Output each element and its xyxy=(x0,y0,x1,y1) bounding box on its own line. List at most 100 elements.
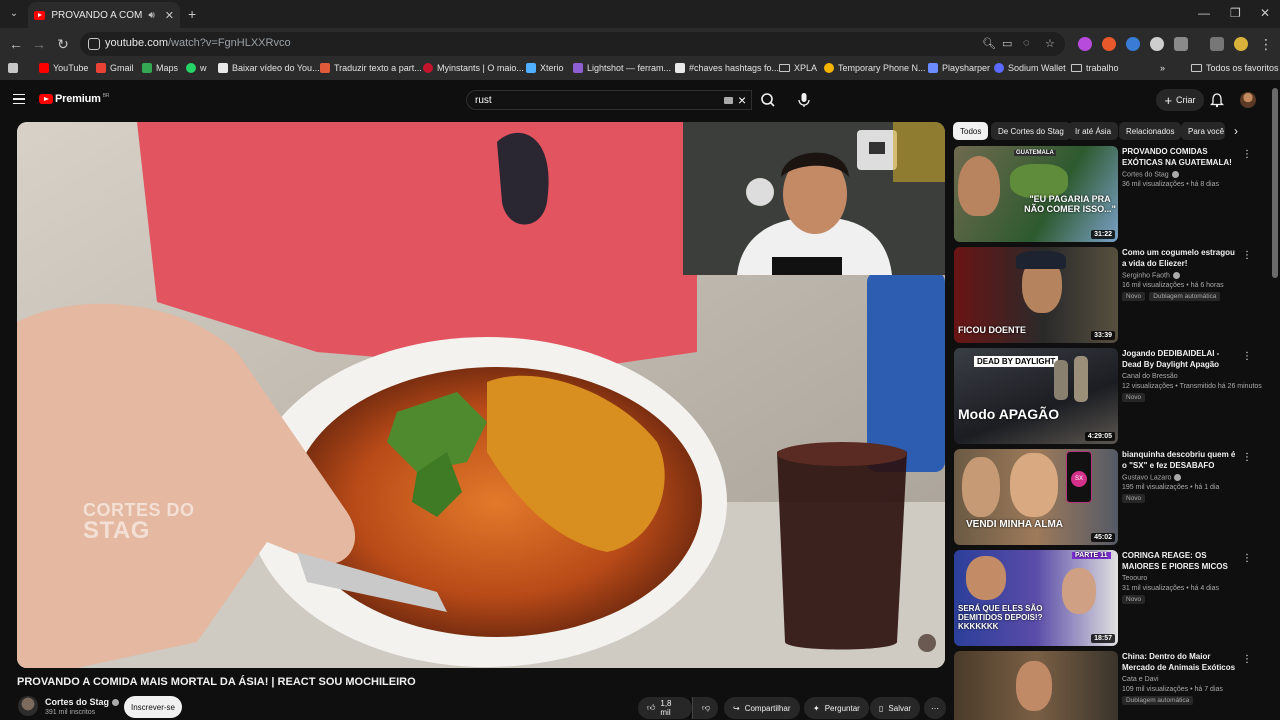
video-title[interactable]: PROVANDO COMIDAS EXÓTICAS NA GUATEMALA! … xyxy=(1122,146,1238,168)
chip-para-voce[interactable]: Para você xyxy=(1181,122,1225,140)
video-thumbnail[interactable]: PARTE 11 SERÁ QUE ELES SÃO DEMITIDOS DEP… xyxy=(954,550,1118,646)
bookmark-myinstants[interactable]: Myinstants | O maio... xyxy=(423,63,524,73)
search-button[interactable] xyxy=(752,90,786,110)
channel-avatar[interactable] xyxy=(18,696,38,716)
back-icon[interactable]: ← xyxy=(8,36,24,52)
forward-icon[interactable]: → xyxy=(31,36,47,52)
extension-icon[interactable] xyxy=(1102,37,1116,51)
bookmark-gmail[interactable]: Gmail xyxy=(96,63,134,73)
browser-tab-active[interactable]: PROVANDO A COMIDA MAIS MORTAL DA ÁSIA! |… xyxy=(28,2,180,28)
tab-search-chevron-icon[interactable]: ⌄ xyxy=(6,6,22,22)
bookmark-baixar-video[interactable]: Baixar vídeo do You... xyxy=(218,63,320,73)
recommendation-item[interactable]: SX VENDI MINHA ALMA 45:02 bianquinha des… xyxy=(954,449,1254,545)
bookmark-playsharper[interactable]: Playsharper xyxy=(928,63,990,73)
more-vertical-icon[interactable]: ⋮ xyxy=(1242,655,1252,665)
dislike-button[interactable]: 👎︎ xyxy=(692,697,718,719)
search-input[interactable]: rust × xyxy=(466,90,752,110)
apps-grid-icon[interactable] xyxy=(8,63,18,73)
cast-icon[interactable]: ▭ xyxy=(1002,37,1012,50)
video-thumbnail[interactable]: GUATEMALA "EU PAGARIA PRA NÃO COMER ISSO… xyxy=(954,146,1118,242)
chip-todos[interactable]: Todos xyxy=(953,122,989,140)
recommendation-item[interactable]: China: Dentro do Maior Mercado de Animai… xyxy=(954,651,1254,720)
media-controls-icon[interactable] xyxy=(1210,37,1224,51)
bookmark-youtube[interactable]: YouTube xyxy=(39,63,88,73)
channel-name[interactable]: Cata e Davi xyxy=(1122,676,1238,683)
video-thumbnail[interactable]: SX VENDI MINHA ALMA 45:02 xyxy=(954,449,1118,545)
youtube-logo-icon[interactable] xyxy=(39,94,53,104)
bookmark-star-icon[interactable]: ☆ xyxy=(1045,37,1055,50)
video-title[interactable]: bianquinha descobriu quem é o "SX" e fez… xyxy=(1122,449,1238,471)
speaker-icon[interactable]: 🔊︎ xyxy=(148,10,154,21)
video-thumbnail[interactable] xyxy=(954,651,1118,720)
notifications-bell-icon[interactable] xyxy=(1209,92,1225,108)
more-vertical-icon[interactable]: ⋮ xyxy=(1242,150,1252,160)
save-button[interactable]: ▯ Salvar xyxy=(870,697,921,719)
video-player[interactable]: CORTES DO STAG xyxy=(17,122,945,668)
menu-hamburger-icon[interactable] xyxy=(13,94,25,104)
video-title[interactable]: CORINGA REAGE: OS MAIORES E PIORES MICOS… xyxy=(1122,550,1238,572)
channel-name[interactable]: Canal do Bressão xyxy=(1122,373,1238,380)
bookmarks-overflow-icon[interactable]: » xyxy=(1160,63,1165,73)
site-info-icon[interactable] xyxy=(88,38,100,50)
more-vertical-icon[interactable]: ⋮ xyxy=(1242,453,1252,463)
channel-name[interactable]: Cortes do Stag xyxy=(1122,171,1238,178)
bookmark-xterio[interactable]: Xterio xyxy=(526,63,564,73)
video-title[interactable]: Jogando DEDIBAIDELAI - Dead By Daylight … xyxy=(1122,348,1238,370)
channel-name[interactable]: Teoouro xyxy=(1122,575,1238,582)
subscribe-button[interactable]: Inscrever-se xyxy=(124,696,182,718)
channel-name[interactable]: Serginho Faoth xyxy=(1122,272,1238,279)
more-vertical-icon[interactable]: ⋮ xyxy=(1242,352,1252,362)
keyboard-icon[interactable] xyxy=(724,97,733,104)
video-thumbnail[interactable]: FICOU DOENTE 33:39 xyxy=(954,247,1118,343)
video-title[interactable]: Como um cogumelo estragou a vida do Elie… xyxy=(1122,247,1238,269)
clear-search-icon[interactable]: × xyxy=(738,92,746,108)
chrome-menu-icon[interactable]: ⋮ xyxy=(1258,36,1274,52)
download-extension-icon[interactable] xyxy=(1078,37,1092,51)
chip-de-cortes-do-stag[interactable]: De Cortes do Stag xyxy=(991,122,1071,140)
recommendation-item[interactable]: GUATEMALA "EU PAGARIA PRA NÃO COMER ISSO… xyxy=(954,146,1254,242)
profile-icon[interactable] xyxy=(1234,37,1248,51)
bookmark-whatsapp[interactable]: w xyxy=(186,63,207,73)
bookmark-maps[interactable]: Maps xyxy=(142,63,178,73)
channel-name[interactable]: Gustavo Lazaro xyxy=(1122,474,1238,481)
share-button[interactable]: ↪ Compartilhar xyxy=(724,697,800,719)
chip-relacionados[interactable]: Relacionados xyxy=(1119,122,1182,140)
bookmark-sodium-wallet[interactable]: Sodium Wallet xyxy=(994,63,1066,73)
close-tab-icon[interactable]: ✕ xyxy=(165,9,174,22)
bookmark-lightshot[interactable]: Lightshot — ferram... xyxy=(573,63,671,73)
like-button[interactable]: 👍︎ 1,8 mil xyxy=(638,697,692,719)
account-avatar[interactable] xyxy=(1240,92,1256,108)
chip-ir-ate-asia[interactable]: Ir até Ásia xyxy=(1068,122,1119,140)
zoom-icon[interactable]: 🔍︎ xyxy=(982,37,996,50)
chips-next-chevron-icon[interactable]: › xyxy=(1234,124,1238,138)
extension-icon[interactable] xyxy=(1150,37,1164,51)
voice-search-button[interactable] xyxy=(794,90,814,110)
recommendation-item[interactable]: PARTE 11 SERÁ QUE ELES SÃO DEMITIDOS DEP… xyxy=(954,550,1254,646)
more-actions-button[interactable]: ⋯ xyxy=(924,697,946,719)
bookmark-trabalho[interactable]: trabalho xyxy=(1071,63,1119,73)
new-tab-icon[interactable]: + xyxy=(188,6,196,22)
recommendation-item[interactable]: DEAD BY DAYLIGHT Modo APAGÃO 4:29:05 Jog… xyxy=(954,348,1262,444)
channel-name[interactable]: Cortes do Stag xyxy=(45,697,120,707)
eye-off-icon[interactable]: ◌ xyxy=(1023,37,1030,49)
all-bookmarks[interactable]: Todos os favoritos xyxy=(1191,63,1279,73)
reload-icon[interactable]: ↻ xyxy=(55,36,71,52)
bookmark-traduzir[interactable]: Traduzir texto a part... xyxy=(320,63,422,73)
video-title[interactable]: China: Dentro do Maior Mercado de Animai… xyxy=(1122,651,1238,673)
youtube-premium-logo[interactable]: Premium BR xyxy=(55,93,109,105)
minimize-icon[interactable]: — xyxy=(1198,6,1210,20)
page-scrollbar[interactable] xyxy=(1272,88,1278,278)
close-window-icon[interactable]: ✕ xyxy=(1260,6,1270,20)
address-bar[interactable]: youtube.com/watch?v=FgnHLXXRvco 🔍︎ ▭ ◌ ☆ xyxy=(80,32,1065,56)
more-vertical-icon[interactable]: ⋮ xyxy=(1242,251,1252,261)
video-thumbnail[interactable]: DEAD BY DAYLIGHT Modo APAGÃO 4:29:05 xyxy=(954,348,1118,444)
bookmark-hashtags[interactable]: #chaves hashtags fo... xyxy=(675,63,779,73)
bookmark-xpla[interactable]: XPLA xyxy=(779,63,817,73)
more-vertical-icon[interactable]: ⋮ xyxy=(1242,554,1252,564)
restore-icon[interactable]: ❐ xyxy=(1230,6,1241,20)
bookmark-temporary-phone[interactable]: Temporary Phone N... xyxy=(824,63,926,73)
create-button[interactable]: + Criar xyxy=(1156,89,1204,111)
extension-icon[interactable] xyxy=(1126,37,1140,51)
ask-button[interactable]: ✦ Perguntar xyxy=(804,697,869,719)
extensions-puzzle-icon[interactable] xyxy=(1174,37,1188,51)
